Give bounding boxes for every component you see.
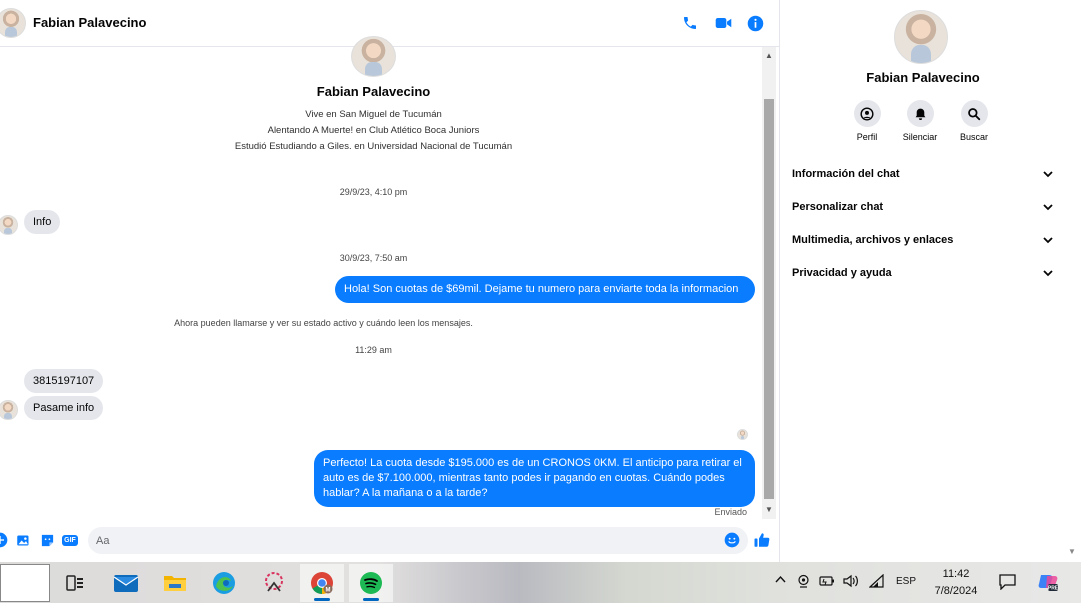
scroll-down-icon[interactable]: ▼: [1068, 547, 1076, 556]
edge-browser-icon[interactable]: [202, 564, 246, 602]
chevron-down-icon: [1042, 267, 1054, 279]
chevron-down-icon: [1042, 201, 1054, 213]
sent-status: Enviado: [714, 507, 747, 517]
clock-date: 7/8/2024: [934, 585, 978, 597]
language-indicator[interactable]: ESP: [896, 576, 916, 587]
action-label: Buscar: [959, 132, 988, 142]
timestamp: 30/9/23, 7:50 am: [339, 253, 408, 263]
search-icon: [960, 100, 988, 127]
section-privacy-support[interactable]: Privacidad y ayuda: [792, 262, 1054, 284]
image-icon[interactable]: [15, 532, 31, 548]
gif-icon[interactable]: GIF: [62, 532, 78, 548]
contact-avatar-small[interactable]: [0, 400, 18, 420]
chat-panel: Fabian Palavecino Fabian Palavecino Vive…: [0, 0, 780, 562]
profile-team: Alentando A Muerte! en Club Atlético Boc…: [267, 125, 480, 136]
wifi-icon[interactable]: [868, 573, 885, 591]
svg-text:PRE: PRE: [1048, 586, 1059, 592]
message-input[interactable]: [88, 527, 748, 554]
webcam-icon[interactable]: [797, 574, 810, 591]
action-label: Silenciar: [902, 132, 938, 142]
section-label: Personalizar chat: [792, 201, 884, 213]
snipping-tool-icon[interactable]: [252, 564, 296, 602]
conversation-info-panel: Fabian Palavecino Perfil Silenciar Busca…: [781, 0, 1065, 562]
action-label: Perfil: [856, 132, 878, 142]
bell-icon: [906, 100, 934, 127]
taskbar-clock[interactable]: 11:42 7/8/2024: [925, 566, 987, 600]
volume-icon[interactable]: [843, 574, 859, 591]
search-button[interactable]: Buscar: [949, 100, 999, 142]
battery-plug-icon[interactable]: [819, 575, 835, 590]
section-chat-info[interactable]: Información del chat: [792, 163, 1054, 185]
contact-avatar-small[interactable]: [0, 215, 18, 235]
phone-call-icon[interactable]: [680, 13, 700, 33]
profile-button[interactable]: Perfil: [842, 100, 892, 142]
message-incoming[interactable]: Pasame info: [24, 396, 104, 420]
seen-indicator-avatar: [737, 429, 748, 440]
message-incoming[interactable]: 3815197107: [24, 369, 104, 393]
section-label: Información del chat: [792, 168, 900, 180]
mute-button[interactable]: Silenciar: [895, 100, 945, 142]
gif-label: GIF: [62, 534, 78, 546]
sticker-icon[interactable]: [39, 532, 55, 548]
section-customize-chat[interactable]: Personalizar chat: [792, 196, 1054, 218]
copilot-icon[interactable]: PRE: [1037, 572, 1059, 595]
info-avatar[interactable]: [894, 10, 948, 64]
section-label: Privacidad y ayuda: [792, 267, 892, 279]
contact-name[interactable]: Fabian Palavecino: [33, 15, 146, 30]
emoji-icon[interactable]: [724, 532, 740, 548]
profile-location: Vive en San Miguel de Tucumán: [305, 109, 442, 120]
chevron-down-icon: [1042, 168, 1054, 180]
thumbs-up-icon[interactable]: [753, 532, 771, 548]
profile-avatar[interactable]: [351, 36, 396, 77]
chat-scrollbar[interactable]: ▲ ▼: [762, 47, 776, 519]
video-call-icon[interactable]: [713, 13, 733, 33]
scroll-up-icon[interactable]: ▲: [762, 49, 776, 63]
page-scrollbar[interactable]: [1065, 0, 1081, 562]
profile-education: Estudió Estudiando a Giles. en Universid…: [234, 141, 513, 152]
profile-icon: [853, 100, 881, 127]
system-note: Ahora pueden llamarse y ver su estado ac…: [174, 318, 473, 328]
mail-app-icon[interactable]: [104, 564, 148, 602]
chat-header: Fabian Palavecino: [0, 0, 780, 47]
message-outgoing[interactable]: Perfecto! La cuota desde $195.000 es de …: [314, 450, 755, 507]
spotify-icon[interactable]: [349, 564, 393, 602]
clock-time: 11:42: [942, 568, 970, 580]
notification-icon[interactable]: [999, 574, 1016, 593]
plus-icon[interactable]: [0, 532, 8, 548]
timestamp: 11:29 am: [355, 345, 392, 355]
message-incoming[interactable]: Info: [24, 210, 61, 234]
file-explorer-icon[interactable]: [153, 564, 197, 602]
scroll-down-icon[interactable]: ▼: [762, 503, 776, 517]
svg-text:M: M: [326, 587, 331, 593]
contact-avatar[interactable]: [0, 8, 26, 38]
taskbar-search-box[interactable]: [0, 564, 50, 602]
chrome-browser-icon[interactable]: M: [300, 564, 344, 602]
info-contact-name: Fabian Palavecino: [866, 70, 980, 85]
section-label: Multimedia, archivos y enlaces: [792, 234, 954, 246]
profile-name: Fabian Palavecino: [316, 84, 431, 99]
windows-taskbar: M ESP 11:42 7/8/2024 PRE: [0, 562, 1081, 603]
task-view-icon[interactable]: [53, 564, 97, 602]
chevron-down-icon: [1042, 234, 1054, 246]
timestamp: 29/9/23, 4:10 pm: [339, 187, 408, 197]
chevron-up-icon[interactable]: [775, 575, 786, 586]
scroll-thumb[interactable]: [764, 99, 774, 499]
section-media-files-links[interactable]: Multimedia, archivos y enlaces: [792, 229, 1054, 251]
info-icon[interactable]: [745, 13, 765, 33]
message-outgoing[interactable]: Hola! Son cuotas de $69mil. Dejame tu nu…: [335, 276, 755, 303]
composer: GIF: [0, 521, 780, 561]
